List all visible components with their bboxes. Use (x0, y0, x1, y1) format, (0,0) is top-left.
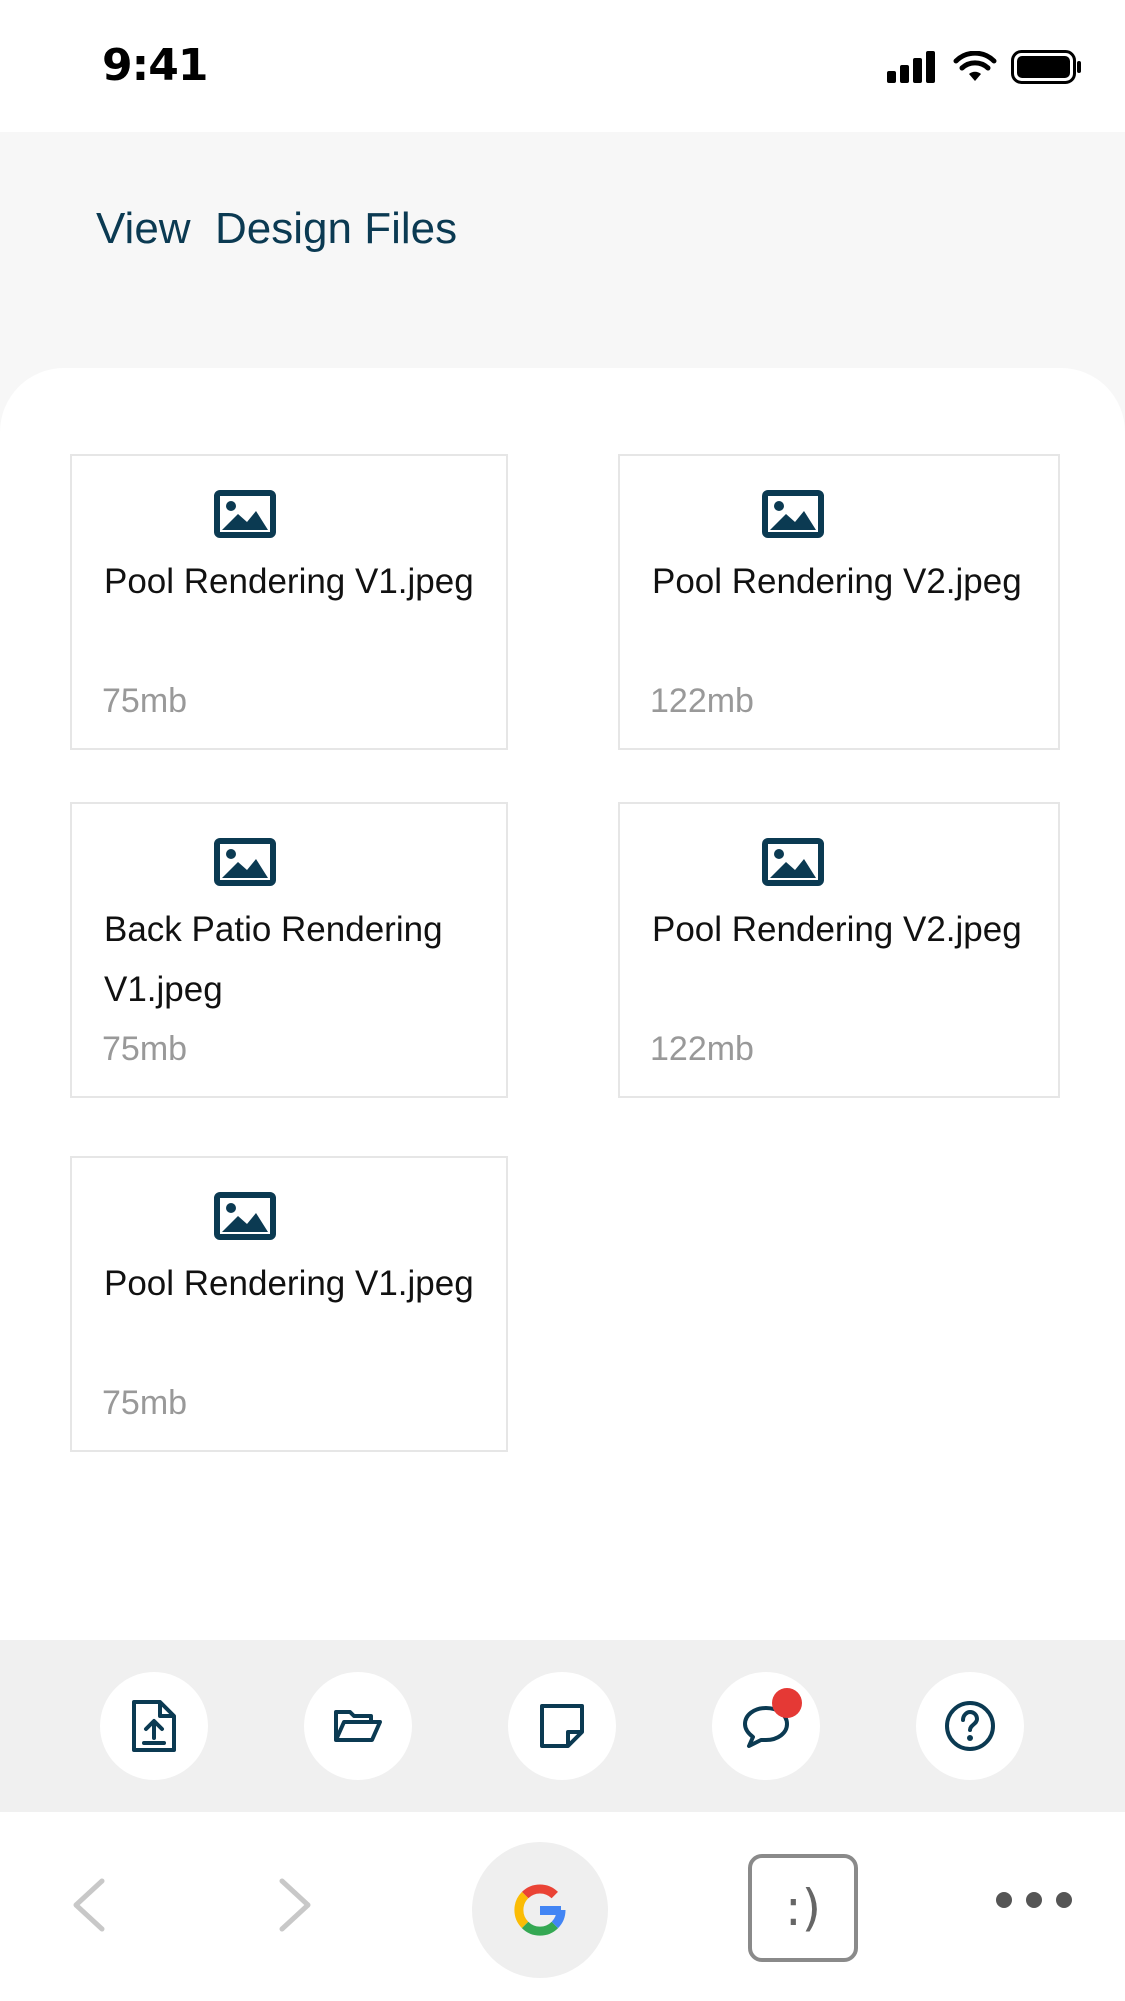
more-options-button[interactable] (996, 1892, 1072, 1908)
wifi-icon (953, 51, 997, 81)
file-size: 75mb (102, 1030, 188, 1068)
dot-icon (1026, 1892, 1042, 1908)
notes-button[interactable] (508, 1672, 616, 1780)
tabs-button[interactable]: :) (748, 1854, 858, 1962)
page-title: View Design Files (96, 204, 458, 253)
file-card[interactable]: Back Patio Rendering V1.jpeg 75mb (70, 802, 508, 1098)
upload-file-button[interactable] (100, 1672, 208, 1780)
file-card[interactable]: Pool Rendering V2.jpeg 122mb (618, 454, 1060, 750)
file-size: 122mb (650, 682, 754, 720)
file-size: 75mb (102, 682, 188, 720)
chevron-left-icon (73, 1878, 105, 1932)
file-card[interactable]: Pool Rendering V1.jpeg 75mb (70, 454, 508, 750)
google-search-button[interactable] (472, 1842, 608, 1978)
status-icons (887, 50, 1083, 84)
chevron-right-icon (279, 1878, 311, 1932)
dot-icon (996, 1892, 1012, 1908)
files-sheet: Pool Rendering V1.jpeg 75mb Pool Renderi… (0, 368, 1125, 1640)
header: View Design Files (0, 132, 1125, 372)
action-bar (0, 1640, 1125, 1812)
status-time: 9:41 (102, 40, 208, 91)
image-icon (762, 490, 824, 538)
image-icon (214, 490, 276, 538)
image-icon (762, 838, 824, 886)
file-name: Pool Rendering V1.jpeg (104, 1264, 474, 1303)
battery-icon (1011, 50, 1081, 84)
notification-dot (772, 1688, 802, 1718)
file-name: Back Patio Rendering V1.jpeg (104, 910, 443, 1009)
folder-open-icon (334, 1710, 382, 1742)
open-folder-button[interactable] (304, 1672, 412, 1780)
help-icon (945, 1701, 995, 1751)
back-button[interactable] (58, 1870, 118, 1940)
file-name: Pool Rendering V2.jpeg (652, 562, 1022, 601)
file-card[interactable]: Pool Rendering V2.jpeg 122mb (618, 802, 1060, 1098)
file-name: Pool Rendering V1.jpeg (104, 562, 474, 601)
file-card[interactable]: Pool Rendering V1.jpeg 75mb (70, 1156, 508, 1452)
file-upload-icon (132, 1700, 176, 1752)
image-icon (214, 1192, 276, 1240)
note-icon (540, 1704, 584, 1748)
google-icon (514, 1884, 566, 1936)
browser-bar: :) (0, 1812, 1125, 2001)
file-size: 122mb (650, 1030, 754, 1068)
messages-button[interactable] (712, 1672, 820, 1780)
file-name: Pool Rendering V2.jpeg (652, 910, 1022, 949)
file-size: 75mb (102, 1384, 188, 1422)
image-icon (214, 838, 276, 886)
dot-icon (1056, 1892, 1072, 1908)
status-bar: 9:41 (0, 0, 1125, 132)
help-button[interactable] (916, 1672, 1024, 1780)
forward-button[interactable] (266, 1870, 326, 1940)
signal-icon (887, 51, 935, 83)
